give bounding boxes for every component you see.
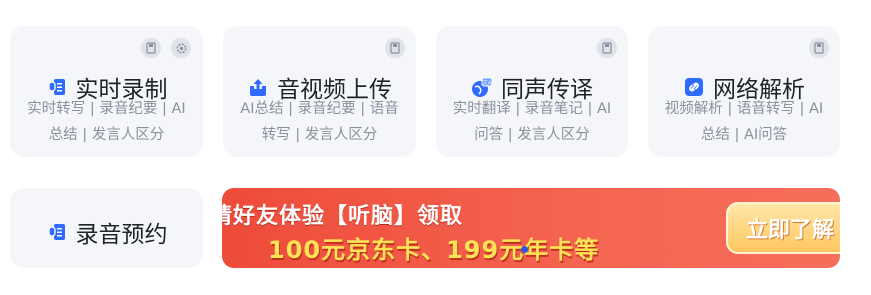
card-desc: 视频解析 | 语音转写 | AI总结 | AI问答 [664, 101, 824, 143]
mic-doc-icon [46, 76, 68, 98]
link-icon [683, 76, 705, 98]
banner-headline: 请好友体验【听脑】领取 [222, 204, 464, 229]
save-icon[interactable] [141, 38, 161, 58]
card-title: 录音预约 [10, 215, 203, 249]
save-icon[interactable] [809, 38, 829, 58]
carousel-indicator[interactable] [521, 246, 528, 253]
upload-icon [247, 76, 269, 98]
card-desc: 实时翻译 | 录音笔记 | AI问答 | 发言人区分 [452, 101, 612, 143]
simultaneous-translation-card[interactable]: 文A 同声传译 实时翻译 | 录音笔记 | AI问答 | 发言人区分 [436, 26, 628, 157]
settings-icon[interactable] [171, 38, 191, 58]
realtime-record-card[interactable]: 实时录制 实时转写 | 录音纪要 | AI总结 | 发言人区分 [10, 26, 203, 157]
save-icon[interactable] [385, 38, 405, 58]
mic-doc-icon [46, 221, 68, 243]
card-desc: AI总结 | 录音纪要 | 语音转写 | 发言人区分 [240, 101, 399, 143]
record-appointment-card[interactable]: 录音预约 [10, 188, 203, 268]
banner-subline: 100元京东卡、199元年卡等 [268, 236, 600, 264]
upload-card[interactable]: 音视频上传 AI总结 | 录音纪要 | 语音转写 | 发言人区分 [223, 26, 416, 157]
card-title-text: 录音预约 [75, 222, 168, 248]
svg-text:文A: 文A [482, 78, 492, 86]
web-parse-card[interactable]: 网络解析 视频解析 | 语音转写 | AI总结 | AI问答 [648, 26, 840, 157]
translate-globe-icon: 文A [471, 76, 493, 98]
save-icon[interactable] [597, 38, 617, 58]
promo-banner[interactable]: 请好友体验【听脑】领取 100元京东卡、199元年卡等 立即了解 [222, 188, 840, 268]
learn-more-button[interactable]: 立即了解 [726, 202, 840, 254]
card-desc: 实时转写 | 录音纪要 | AI总结 | 发言人区分 [27, 101, 186, 143]
